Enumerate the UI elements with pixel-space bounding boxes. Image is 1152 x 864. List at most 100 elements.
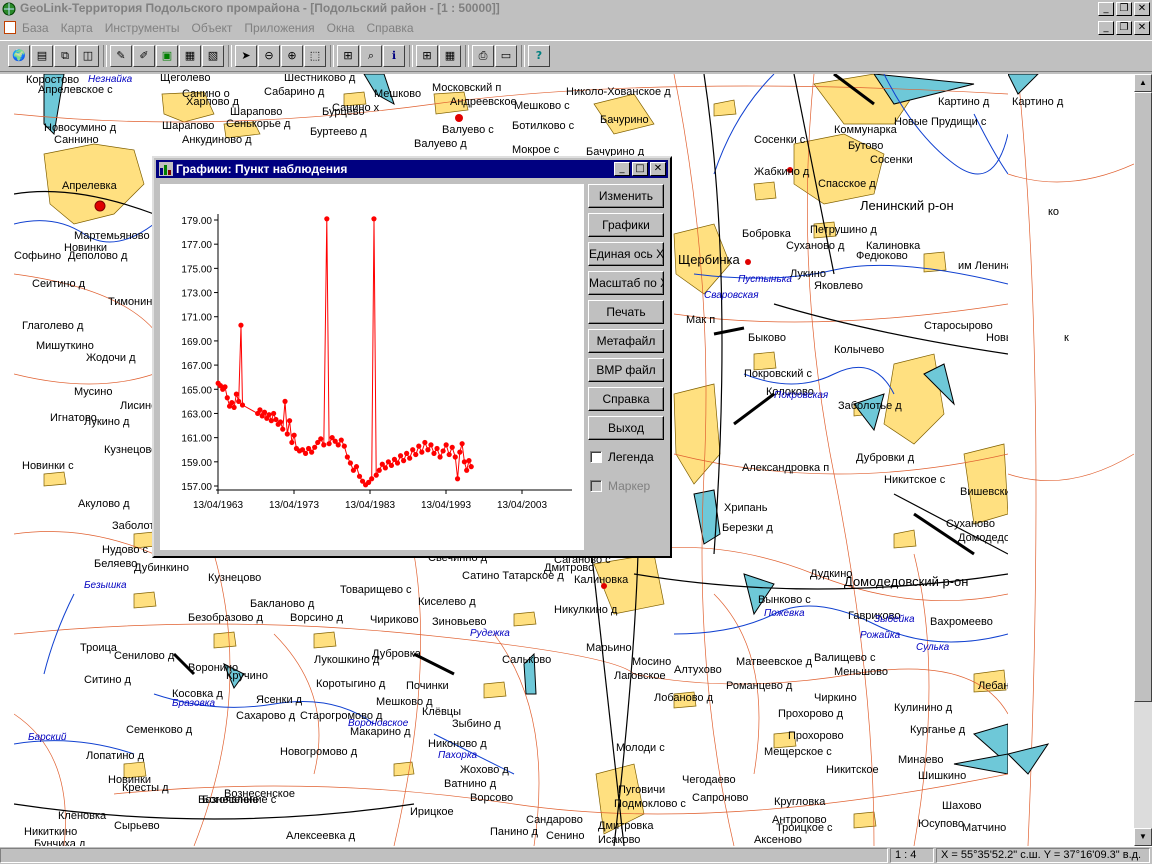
settlement-label: Шестниково д (284, 74, 356, 84)
settlement-label: Лукино д (84, 416, 130, 428)
print-button[interactable]: Печать (588, 300, 664, 324)
find-icon[interactable]: ⌕ (360, 45, 382, 67)
data-point (404, 450, 410, 456)
scroll-thumb[interactable] (1134, 92, 1152, 702)
layer-copy-icon[interactable]: ⧉ (54, 45, 76, 67)
charts-button[interactable]: Графики (588, 213, 664, 237)
data-point (324, 216, 330, 222)
legend-checkbox[interactable]: Легенда (590, 450, 654, 464)
settlement-label: Курганье д (910, 724, 966, 736)
river-label: Рожайка (860, 630, 901, 641)
river-label: Бразовка (172, 698, 216, 709)
settlement-label: к (1064, 332, 1069, 344)
zoom-rect-icon[interactable]: ⬚ (304, 45, 326, 67)
settlement-label: Щербинка (678, 252, 740, 267)
globe-app-icon (2, 2, 16, 16)
scroll-up-icon[interactable]: ▲ (1134, 74, 1152, 92)
app-window-buttons: _ ❐ ✕ (1098, 2, 1150, 16)
menu-item[interactable]: Справка (367, 21, 414, 35)
status-coordinates: X = 55°35'52.2" с.ш. Y = 37°16'09.3" в.д… (936, 848, 1150, 863)
river-label: Пустынька (738, 274, 792, 285)
document-icon[interactable] (4, 21, 16, 34)
river-label: Вороновское (348, 718, 409, 729)
settlement-label: Зиновьево (432, 616, 487, 628)
data-point (419, 449, 425, 455)
settlement-label: им Ленина п (958, 260, 1008, 272)
help-button[interactable]: Справка (588, 387, 664, 411)
help-icon[interactable]: ? (528, 45, 550, 67)
zoom-in-icon[interactable]: ⊕ (281, 45, 303, 67)
settlement-label: Лукошкино д (314, 654, 380, 666)
measure-icon[interactable]: ⊞ (337, 45, 359, 67)
data-point (353, 464, 360, 470)
menu-item[interactable]: Приложения (244, 21, 314, 35)
data-point (309, 449, 315, 455)
minimize-icon[interactable]: _ (1098, 2, 1114, 16)
info-icon[interactable]: ℹ (383, 45, 405, 67)
data-point (224, 395, 230, 401)
settlement-label: Новинки с (22, 460, 74, 472)
object-chart-icon[interactable]: ▧ (202, 45, 224, 67)
settlement-label: Акулово д (78, 498, 130, 510)
single-axis-button[interactable]: Единая ось Х (588, 242, 664, 266)
settlement-label: Семенково д (126, 724, 193, 736)
settlement-label: Апрелевка (62, 180, 117, 192)
edit-icon[interactable]: ✐ (133, 45, 155, 67)
bmp-file-button[interactable]: BMP файл (588, 358, 664, 382)
settlement-label: Заболотье д (838, 400, 902, 412)
menu-item[interactable]: База (22, 21, 49, 35)
layer-new-icon[interactable]: ◫ (77, 45, 99, 67)
zoom-out-icon[interactable]: ⊖ (258, 45, 280, 67)
data-point (416, 443, 422, 449)
settlement-label: Мешково (374, 88, 422, 100)
object-edit-icon[interactable]: ▦ (179, 45, 201, 67)
doc-minimize-icon[interactable]: _ (1098, 21, 1114, 35)
restore-icon[interactable]: ❐ (1116, 2, 1132, 16)
metafile-button[interactable]: Метафайл (588, 329, 664, 353)
dialog-title: Графики: Пункт наблюдения (176, 162, 348, 176)
menu-item[interactable]: Окна (327, 21, 355, 35)
y-tick-label: 159.00 (181, 458, 212, 469)
edit-button[interactable]: Изменить (588, 184, 664, 208)
chart-window-icon (159, 162, 173, 176)
doc-restore-icon[interactable]: ❐ (1116, 21, 1132, 35)
object-green-icon[interactable]: ▣ (156, 45, 178, 67)
print-icon[interactable]: ⎙ (472, 45, 494, 67)
close-icon[interactable]: ✕ (1134, 2, 1150, 16)
menu-item[interactable]: Инструменты (105, 21, 180, 35)
settlement-label: Беляево (94, 558, 138, 570)
settlement-label: Алексеевка д (286, 830, 356, 842)
dialog-minimize-icon[interactable]: _ (614, 162, 630, 176)
dialog-maximize-icon[interactable]: □ (632, 162, 648, 176)
settlement-label: Жодочи д (86, 352, 136, 364)
exit-button[interactable]: Выход (588, 416, 664, 440)
layers-icon[interactable]: ▤ (31, 45, 53, 67)
settlement-label: Бачурино (600, 114, 649, 126)
data-point (356, 473, 363, 479)
select-arrow-icon[interactable]: ➤ (235, 45, 257, 67)
legend-icon[interactable]: ✎ (110, 45, 132, 67)
add-window-icon[interactable]: ⊞ (416, 45, 438, 67)
settlement-label: Петрушино д (810, 224, 877, 236)
scale-x-button[interactable]: Масштаб по Х (588, 271, 664, 295)
settlement-label: Мешково с (514, 100, 570, 112)
table-icon[interactable]: ▦ (439, 45, 461, 67)
scroll-down-icon[interactable]: ▼ (1134, 828, 1152, 846)
doc-close-icon[interactable]: ✕ (1134, 21, 1150, 35)
map-vertical-scrollbar[interactable]: ▲ ▼ (1134, 74, 1152, 846)
dialog-close-icon[interactable]: ✕ (650, 162, 666, 176)
settlement-label: Ирицкое (410, 806, 454, 818)
settlement-label: Валуево с (442, 124, 494, 136)
open-map-icon[interactable]: 🌍 (8, 45, 30, 67)
export-icon[interactable]: ▭ (495, 45, 517, 67)
settlement-label: Валищево с (814, 652, 876, 664)
data-point (291, 432, 297, 438)
settlement-label: Новосумино д (44, 122, 117, 134)
settlement-label: Клёвцы (422, 706, 461, 718)
settlement-label: Вахромеево (930, 616, 993, 628)
legend-checkbox-label: Легенда (608, 450, 654, 464)
data-point (454, 476, 461, 482)
menu-item[interactable]: Объект (192, 21, 233, 35)
legend-checkbox-box[interactable] (590, 451, 602, 463)
menu-item[interactable]: Карта (61, 21, 93, 35)
